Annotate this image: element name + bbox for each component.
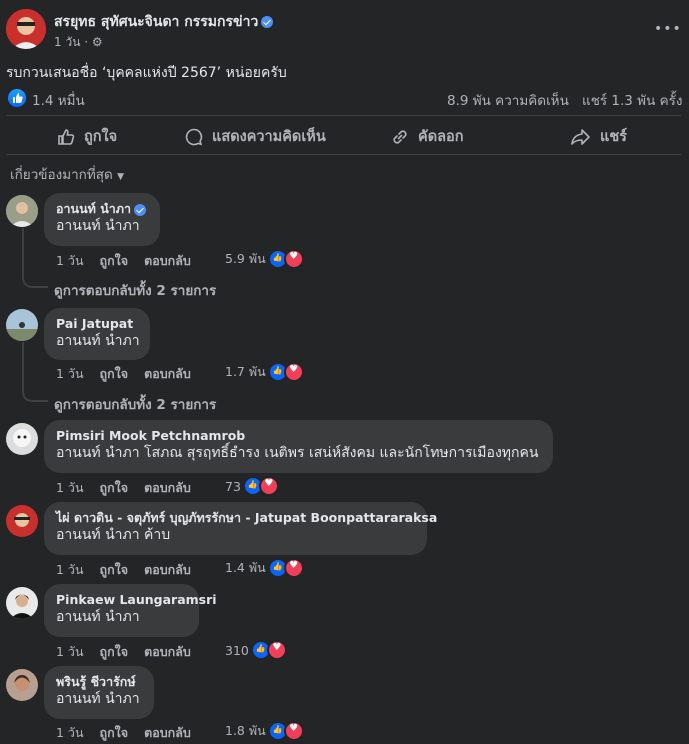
comment-actions: 1 วัน ถูกใจ ตอบกลับ (56, 723, 207, 743)
audience-gear-icon: ⚙ (91, 35, 103, 49)
comment-bubble-icon (185, 128, 203, 145)
verified-badge-icon (134, 203, 147, 216)
reaction-count[interactable]: 1.4 หมื่น (32, 89, 85, 111)
comment-like-button[interactable]: ถูกใจ (100, 364, 129, 384)
comment-reply-button[interactable]: ตอบกลับ (144, 364, 191, 384)
more-options-icon[interactable]: ••• (654, 21, 682, 37)
share-arrow-icon (571, 128, 590, 145)
comment-like-button[interactable]: ถูกใจ (100, 642, 129, 662)
comment-time[interactable]: 1 วัน (56, 364, 84, 384)
comment-bubble: ไผ่ ดาวดิน - จตุภัทร์ บุญภัทรรักษา - Jat… (44, 502, 437, 555)
commenter-name[interactable]: พรินรู้ ชีวารักษ์ (56, 674, 142, 690)
love-reaction-icon (283, 249, 304, 269)
comment-reply-button[interactable]: ตอบกลับ (144, 723, 191, 743)
comment-time[interactable]: 1 วัน (56, 560, 84, 580)
commenter-avatar[interactable] (6, 669, 38, 701)
comment-sort-dropdown[interactable]: เกี่ยวข้องมากที่สุด ▼ (10, 163, 124, 185)
commenter-avatar[interactable] (6, 195, 38, 227)
comment-actions: 1 วัน ถูกใจ ตอบกลับ (56, 364, 207, 384)
commenter-name[interactable]: Pai Jatupat (56, 316, 138, 332)
love-reaction-icon (258, 476, 279, 496)
commenter-name[interactable]: Pimsiri Mook Petchnamrob (56, 428, 541, 444)
comment-bubble: Pinkaew Laungaramsri อานนท์ นำภา (44, 584, 217, 637)
post-text: รบกวนเสนอชื่อ ‘บุคคลแห่งปี 2567’ หน่อยคร… (6, 65, 287, 81)
divider (6, 115, 681, 116)
like-button[interactable]: ถูกใจ (56, 125, 117, 148)
commenter-avatar[interactable] (6, 309, 38, 341)
comment-reply-button[interactable]: ตอบกลับ (144, 642, 191, 662)
comment-reaction-count[interactable]: 310 (225, 640, 287, 660)
comment-text: อานนท์ นำภา (56, 691, 140, 707)
comment-time[interactable]: 1 วัน (56, 723, 84, 743)
comment-reply-button[interactable]: ตอบกลับ (144, 251, 191, 271)
comment-bubble: Pimsiri Mook Petchnamrob อานนท์ นำภา โสภ… (44, 420, 553, 473)
comment-time[interactable]: 1 วัน (56, 478, 84, 498)
comment-button[interactable]: แสดงความคิดเห็น (184, 125, 326, 148)
comment-actions: 1 วัน ถูกใจ ตอบกลับ (56, 642, 207, 662)
comment-like-button[interactable]: ถูกใจ (100, 251, 129, 271)
commenter-avatar[interactable] (6, 505, 38, 537)
comment-reaction-count[interactable]: 73 (225, 476, 279, 496)
share-count[interactable]: แชร์ 1.3 พัน ครั้ง (582, 89, 682, 111)
comment-reaction-count[interactable]: 5.9 พัน (225, 249, 304, 269)
like-reaction-icon[interactable] (8, 89, 26, 107)
comment-actions: 1 วัน ถูกใจ ตอบกลับ (56, 251, 207, 271)
comment-bubble: Pai Jatupat อานนท์ นำภา (44, 308, 150, 360)
view-replies-link[interactable]: ดูการตอบกลับทั้ง 2 รายการ (54, 393, 216, 415)
comment-count[interactable]: 8.9 พัน ความคิดเห็น (447, 89, 569, 111)
caret-down-icon: ▼ (117, 172, 124, 182)
love-reaction-icon (283, 558, 304, 578)
comment-reply-button[interactable]: ตอบกลับ (144, 560, 191, 580)
commenter-name[interactable]: Pinkaew Laungaramsri (56, 592, 217, 608)
comment-text: อานนท์ นำภา ค้าบ (56, 527, 171, 543)
post-author-avatar[interactable] (6, 9, 46, 49)
divider (6, 154, 681, 155)
commenter-name[interactable]: อานนท์ นำภา (56, 201, 148, 217)
view-replies-link[interactable]: ดูการตอบกลับทั้ง 2 รายการ (54, 279, 216, 301)
comment-bubble: พรินรู้ ชีวารักษ์ อานนท์ นำภา (44, 666, 154, 719)
thumbs-up-icon (58, 128, 75, 145)
verified-badge-icon (261, 16, 274, 28)
comment-like-button[interactable]: ถูกใจ (100, 723, 129, 743)
comment-time[interactable]: 1 วัน (56, 251, 84, 271)
post-meta: 1 วัน · ⚙ (54, 35, 103, 49)
comment-reply-button[interactable]: ตอบกลับ (144, 478, 191, 498)
comment-text: อานนท์ นำภา (56, 218, 140, 234)
post-author-name[interactable]: สรยุทธ สุทัศนะจินดา กรรมกรข่าว (54, 11, 274, 33)
comment-like-button[interactable]: ถูกใจ (100, 478, 129, 498)
comment-reaction-count[interactable]: 1.8 พัน (225, 721, 304, 741)
share-button[interactable]: แชร์ (570, 125, 627, 148)
comment-text: อานนท์ นำภา (56, 333, 140, 349)
love-reaction-icon (266, 640, 287, 660)
comment-like-button[interactable]: ถูกใจ (100, 560, 129, 580)
copy-button[interactable]: คัดลอก (390, 125, 464, 148)
reply-thread-line (22, 342, 48, 402)
comment-time[interactable]: 1 วัน (56, 642, 84, 662)
comment-text: อานนท์ นำภา (56, 609, 140, 625)
comment-reaction-count[interactable]: 1.4 พัน (225, 558, 304, 578)
love-reaction-icon (283, 362, 304, 382)
post-time[interactable]: 1 วัน (54, 35, 80, 49)
comment-actions: 1 วัน ถูกใจ ตอบกลับ (56, 478, 207, 498)
comment-text: อานนท์ นำภา โสภณ สุรฤทธิ์ธำรง เนติพร เสน… (56, 445, 539, 461)
comment-bubble: อานนท์ นำภา อานนท์ นำภา (44, 193, 160, 246)
link-icon (393, 129, 407, 144)
commenter-name[interactable]: ไผ่ ดาวดิน - จตุภัทร์ บุญภัทรรักษา - Jat… (56, 510, 437, 526)
commenter-avatar[interactable] (6, 587, 38, 619)
reply-thread-line (22, 228, 48, 288)
comment-actions: 1 วัน ถูกใจ ตอบกลับ (56, 560, 207, 580)
love-reaction-icon (283, 721, 304, 741)
commenter-avatar[interactable] (6, 423, 38, 455)
comment-reaction-count[interactable]: 1.7 พัน (225, 362, 304, 382)
